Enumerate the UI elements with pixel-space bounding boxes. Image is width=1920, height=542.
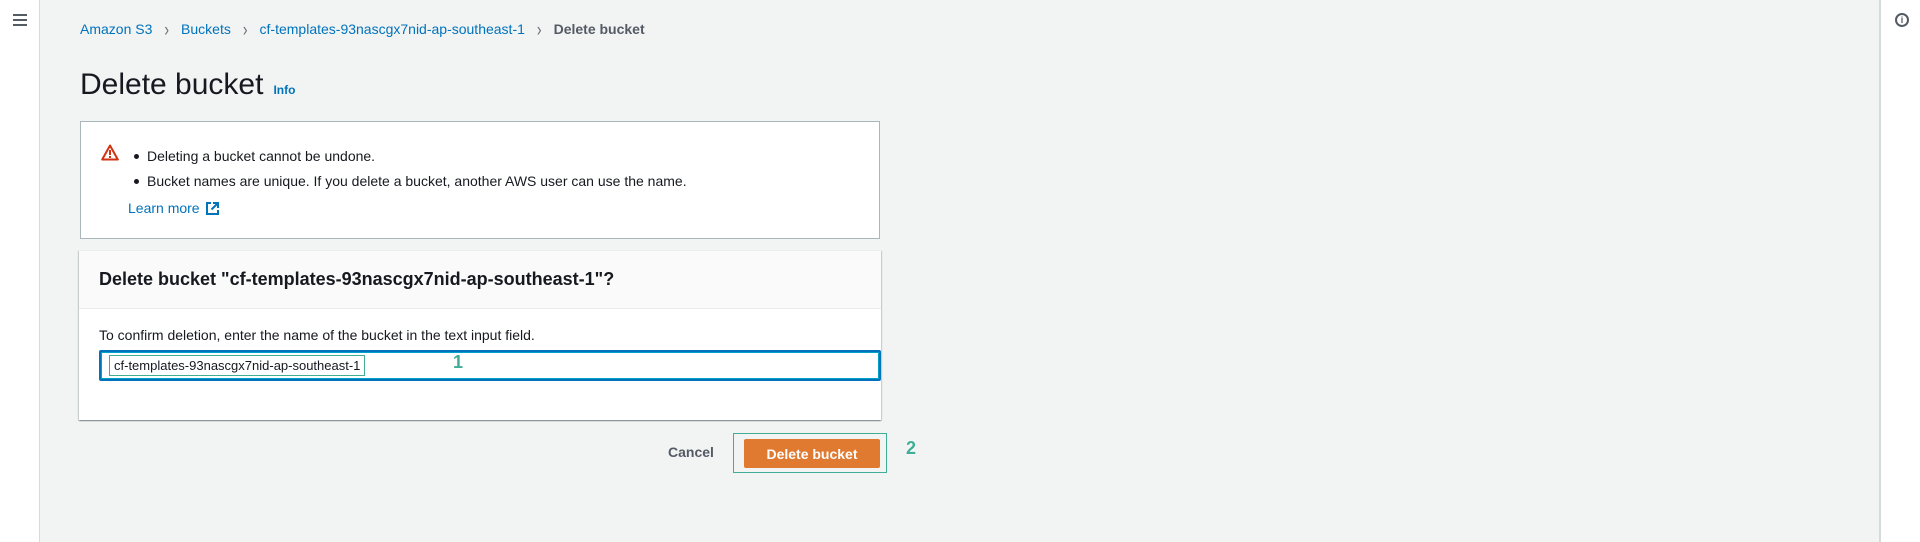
form-actions: Cancel Delete bucket 2 (660, 433, 960, 473)
info-link[interactable]: Info (273, 83, 295, 97)
page-title-text: Delete bucket (80, 68, 264, 101)
chevron-right-icon: › (164, 17, 170, 41)
delete-bucket-button[interactable]: Delete bucket (744, 439, 880, 468)
right-help-rail: i (1879, 0, 1920, 542)
confirm-card-heading: Delete bucket "cf-templates-93nascgx7nid… (79, 251, 881, 309)
learn-more-label: Learn more (128, 200, 200, 216)
breadcrumb-amazon-s3[interactable]: Amazon S3 (80, 21, 152, 37)
external-link-icon (205, 201, 219, 215)
warning-bullet: Bucket names are unique. If you delete a… (134, 172, 687, 197)
learn-more-link[interactable]: Learn more (128, 200, 220, 216)
warning-bullet: Deleting a bucket cannot be undone. (134, 147, 687, 172)
warning-alert: Deleting a bucket cannot be undone. Buck… (80, 121, 880, 239)
bucket-name-input-value: cf-templates-93nascgx7nid-ap-southeast-1 (109, 355, 366, 376)
confirm-deletion-card: Delete bucket "cf-templates-93nascgx7nid… (79, 250, 881, 420)
info-circle-icon[interactable]: i (1895, 13, 1909, 27)
confirm-instruction: To confirm deletion, enter the name of t… (99, 327, 535, 343)
chevron-right-icon: › (536, 17, 542, 41)
page-title: Delete bucket Info (80, 68, 295, 102)
cancel-button[interactable]: Cancel (668, 444, 714, 460)
left-navigation-rail (0, 0, 40, 542)
bucket-name-confirm-input[interactable]: cf-templates-93nascgx7nid-ap-southeast-1… (99, 350, 881, 381)
warning-list: Deleting a bucket cannot be undone. Buck… (134, 147, 687, 197)
chevron-right-icon: › (242, 17, 248, 41)
warning-triangle-icon (101, 144, 119, 161)
breadcrumb-current: Delete bucket (553, 21, 645, 37)
annotation-step-1: 1 (453, 352, 464, 372)
breadcrumb-bucket-name[interactable]: cf-templates-93nascgx7nid-ap-southeast-1 (260, 21, 525, 37)
breadcrumb: Amazon S3 › Buckets › cf-templates-93nas… (80, 17, 645, 41)
hamburger-menu-icon[interactable] (13, 14, 27, 26)
annotation-step-2: 2 (906, 438, 917, 458)
breadcrumb-buckets[interactable]: Buckets (181, 21, 231, 37)
